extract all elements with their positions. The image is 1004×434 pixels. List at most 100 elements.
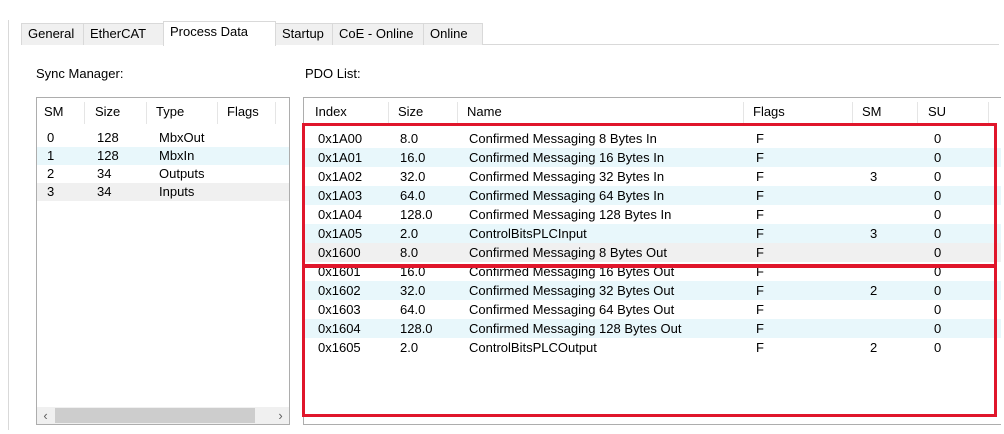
scroll-right-icon[interactable]: › bbox=[272, 407, 289, 424]
column-divider[interactable] bbox=[917, 102, 918, 124]
column-header-size[interactable]: Size bbox=[398, 98, 423, 126]
column-divider[interactable] bbox=[146, 102, 147, 124]
su-cell: 0 bbox=[934, 245, 942, 260]
size-cell: 128.0 bbox=[400, 321, 433, 336]
sync-manager-row[interactable]: 3 34 Inputs bbox=[37, 183, 289, 201]
tab-general[interactable]: General bbox=[21, 23, 84, 45]
su-cell: 0 bbox=[934, 131, 942, 146]
name-cell: Confirmed Messaging 8 Bytes In bbox=[469, 131, 657, 146]
column-divider[interactable] bbox=[743, 102, 744, 124]
index-cell: 0x1A04 bbox=[318, 207, 363, 222]
index-cell: 0x1A05 bbox=[318, 226, 363, 241]
size-cell: 128.0 bbox=[400, 207, 433, 222]
index-cell: 0x1600 bbox=[318, 245, 361, 260]
flags-cell: F bbox=[756, 188, 764, 203]
su-cell: 0 bbox=[934, 302, 942, 317]
flags-cell: F bbox=[756, 264, 764, 279]
flags-cell: F bbox=[756, 340, 764, 355]
name-cell: Confirmed Messaging 64 Bytes Out bbox=[469, 302, 675, 317]
column-header-index[interactable]: Index bbox=[315, 98, 347, 126]
column-header-type[interactable]: Type bbox=[156, 98, 184, 126]
name-cell: Confirmed Messaging 32 Bytes Out bbox=[469, 283, 675, 298]
column-header-su[interactable]: SU bbox=[928, 98, 946, 126]
pdo-row[interactable]: 0x1A01 16.0 Confirmed Messaging 16 Bytes… bbox=[304, 148, 1001, 167]
pdo-list-header: Index Size Name Flags SM SU bbox=[304, 98, 1001, 126]
index-cell: 0x1A03 bbox=[318, 188, 363, 203]
tab-online[interactable]: Online bbox=[423, 23, 483, 45]
size-cell: 8.0 bbox=[400, 245, 419, 260]
column-divider[interactable] bbox=[988, 102, 989, 124]
name-cell: Confirmed Messaging 128 Bytes Out bbox=[469, 321, 682, 336]
column-header-sm[interactable]: SM bbox=[44, 98, 64, 126]
column-header-flags[interactable]: Flags bbox=[227, 98, 259, 126]
pdo-row[interactable]: 0x1603 64.0 Confirmed Messaging 64 Bytes… bbox=[304, 300, 1001, 319]
column-divider[interactable] bbox=[84, 102, 85, 124]
su-cell: 0 bbox=[934, 264, 942, 279]
flags-cell: F bbox=[756, 131, 764, 146]
column-divider[interactable] bbox=[852, 102, 853, 124]
size-cell: 34 bbox=[97, 184, 112, 199]
size-cell: 128 bbox=[97, 130, 119, 145]
pdo-row[interactable]: 0x1604 128.0 Confirmed Messaging 128 Byt… bbox=[304, 319, 1001, 338]
column-divider[interactable] bbox=[217, 102, 218, 124]
pdo-row[interactable]: 0x1A03 64.0 Confirmed Messaging 64 Bytes… bbox=[304, 186, 1001, 205]
sync-manager-header: SM Size Type Flags bbox=[37, 98, 289, 126]
tab-strip: General EtherCAT Process Data Startup Co… bbox=[21, 21, 999, 46]
index-cell: 0x1A01 bbox=[318, 150, 363, 165]
index-cell: 0x1A00 bbox=[318, 131, 363, 146]
flags-cell: F bbox=[756, 283, 764, 298]
pdo-list[interactable]: Index Size Name Flags SM SU 0x1A00 8.0 C… bbox=[303, 97, 1001, 425]
type-cell: Inputs bbox=[159, 184, 195, 199]
sync-manager-row[interactable]: 1 128 MbxIn bbox=[37, 147, 289, 165]
horizontal-scrollbar[interactable]: ‹ › bbox=[37, 407, 289, 424]
scroll-left-icon[interactable]: ‹ bbox=[37, 407, 54, 424]
sm-cell: 2 bbox=[870, 283, 878, 298]
pdo-row[interactable]: 0x1602 32.0 Confirmed Messaging 32 Bytes… bbox=[304, 281, 1001, 300]
pdo-row[interactable]: 0x1A00 8.0 Confirmed Messaging 8 Bytes I… bbox=[304, 129, 1001, 148]
window-edge bbox=[8, 20, 9, 430]
su-cell: 0 bbox=[934, 150, 942, 165]
tab-startup[interactable]: Startup bbox=[275, 23, 333, 45]
column-divider[interactable] bbox=[388, 102, 389, 124]
column-header-flags[interactable]: Flags bbox=[753, 98, 785, 126]
pdo-row[interactable]: 0x1A05 2.0 ControlBitsPLCInput F 3 0 bbox=[304, 224, 1001, 243]
sm-cell: 3 bbox=[870, 169, 878, 184]
sm-cell: 3 bbox=[47, 184, 55, 199]
sync-manager-list[interactable]: SM Size Type Flags 0 128 MbxOut 1 128 Mb… bbox=[36, 97, 290, 425]
column-divider[interactable] bbox=[275, 102, 276, 124]
sync-manager-label: Sync Manager: bbox=[36, 66, 124, 81]
name-cell: Confirmed Messaging 128 Bytes In bbox=[469, 207, 672, 222]
name-cell: Confirmed Messaging 16 Bytes Out bbox=[469, 264, 675, 279]
su-cell: 0 bbox=[934, 321, 942, 336]
tab-ethercat[interactable]: EtherCAT bbox=[83, 23, 164, 45]
type-cell: MbxIn bbox=[159, 148, 195, 163]
pdo-row[interactable]: 0x1600 8.0 Confirmed Messaging 8 Bytes O… bbox=[304, 243, 1001, 262]
size-cell: 32.0 bbox=[400, 283, 426, 298]
pdo-row[interactable]: 0x1605 2.0 ControlBitsPLCOutput F 2 0 bbox=[304, 338, 1001, 357]
size-cell: 8.0 bbox=[400, 131, 419, 146]
sm-cell: 2 bbox=[870, 340, 878, 355]
size-cell: 2.0 bbox=[400, 340, 419, 355]
column-header-name[interactable]: Name bbox=[467, 98, 502, 126]
flags-cell: F bbox=[756, 207, 764, 222]
size-cell: 16.0 bbox=[400, 264, 426, 279]
pdo-row[interactable]: 0x1601 16.0 Confirmed Messaging 16 Bytes… bbox=[304, 262, 1001, 281]
column-divider[interactable] bbox=[457, 102, 458, 124]
sync-manager-row[interactable]: 0 128 MbxOut bbox=[37, 129, 289, 147]
pdo-row[interactable]: 0x1A02 32.0 Confirmed Messaging 32 Bytes… bbox=[304, 167, 1001, 186]
column-header-size[interactable]: Size bbox=[95, 98, 120, 126]
size-cell: 128 bbox=[97, 148, 119, 163]
tab-coe-online[interactable]: CoE - Online bbox=[332, 23, 424, 45]
sync-manager-row[interactable]: 2 34 Outputs bbox=[37, 165, 289, 183]
tab-process-data[interactable]: Process Data bbox=[163, 21, 276, 46]
size-cell: 34 bbox=[97, 166, 112, 181]
su-cell: 0 bbox=[934, 340, 942, 355]
pdo-row[interactable]: 0x1A04 128.0 Confirmed Messaging 128 Byt… bbox=[304, 205, 1001, 224]
sm-cell: 3 bbox=[870, 226, 878, 241]
name-cell: Confirmed Messaging 64 Bytes In bbox=[469, 188, 665, 203]
index-cell: 0x1603 bbox=[318, 302, 361, 317]
column-header-sm[interactable]: SM bbox=[862, 98, 882, 126]
index-cell: 0x1604 bbox=[318, 321, 361, 336]
name-cell: Confirmed Messaging 32 Bytes In bbox=[469, 169, 665, 184]
scrollbar-thumb[interactable] bbox=[55, 408, 255, 423]
